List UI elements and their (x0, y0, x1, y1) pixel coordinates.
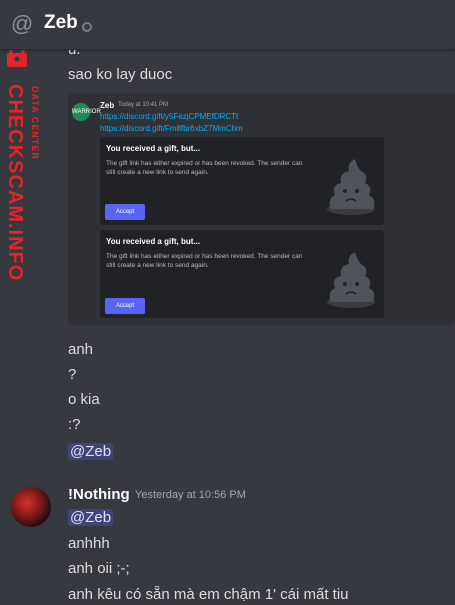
message-list[interactable]: u. sao ko lay duoc WARRIOR Zeb Today at … (0, 50, 455, 605)
avatar[interactable]: WARRIOR (72, 103, 101, 121)
status-indicator-icon (82, 22, 92, 32)
gift-link[interactable]: https://discord.gift/y5FezjCPMEfDRCTt (100, 112, 238, 121)
message-timestamp: Yesterday at 10:56 PM (135, 489, 246, 501)
gift-title: You received a gift, but... (106, 144, 201, 153)
poop-icon (327, 159, 375, 215)
watermark-subtext: DATA CENTER (30, 86, 40, 160)
message-text: anhhh (68, 535, 110, 552)
message-text: @Zeb (68, 443, 114, 460)
message-text: anh oii ;-; (68, 560, 130, 577)
gift-title: You received a gift, but... (106, 237, 201, 246)
gift-card: You received a gift, but... The gift lin… (100, 230, 384, 318)
message-text: @Zeb (68, 509, 114, 526)
watermark-text: CHECKSCAM.INFO (4, 84, 26, 282)
embed-timestamp: Today at 10:41 PM (118, 102, 169, 108)
message-text: u. (68, 50, 81, 58)
gift-card: You received a gift, but... The gift lin… (100, 137, 384, 225)
user-mention[interactable]: @Zeb (68, 443, 114, 460)
avatar[interactable] (11, 487, 51, 527)
poop-icon (327, 252, 375, 308)
message-text: ? (68, 366, 77, 383)
watermark: CHECKSCAM.INFO DATA CENTER (0, 40, 50, 281)
username[interactable]: !Nothing (68, 486, 130, 503)
gift-description: The gift link has either expired or has … (106, 160, 303, 176)
channel-title: Zeb (44, 12, 78, 33)
message-embed: WARRIOR Zeb Today at 10:41 PM https://di… (68, 93, 455, 325)
message-text: sao ko lay duoc (68, 66, 173, 83)
channel-header: @ Zeb (0, 0, 455, 50)
embed-author[interactable]: Zeb (100, 101, 114, 110)
accept-button[interactable]: Accept (105, 298, 145, 314)
message-text: o kia (68, 391, 100, 408)
gift-link[interactable]: https://discord.gift/Fm8fbr6xbZ7MmChm (100, 124, 243, 133)
accept-button[interactable]: Accept (105, 204, 145, 220)
at-sign-icon: @ (10, 11, 34, 36)
message-text: :? (68, 416, 81, 433)
gift-description: The gift link has either expired or has … (106, 253, 303, 269)
message-text: anh kêu có sẵn mà em chậm 1' cái mất tiu (68, 586, 349, 603)
user-mention[interactable]: @Zeb (68, 509, 114, 526)
message-text: anh (68, 341, 94, 358)
